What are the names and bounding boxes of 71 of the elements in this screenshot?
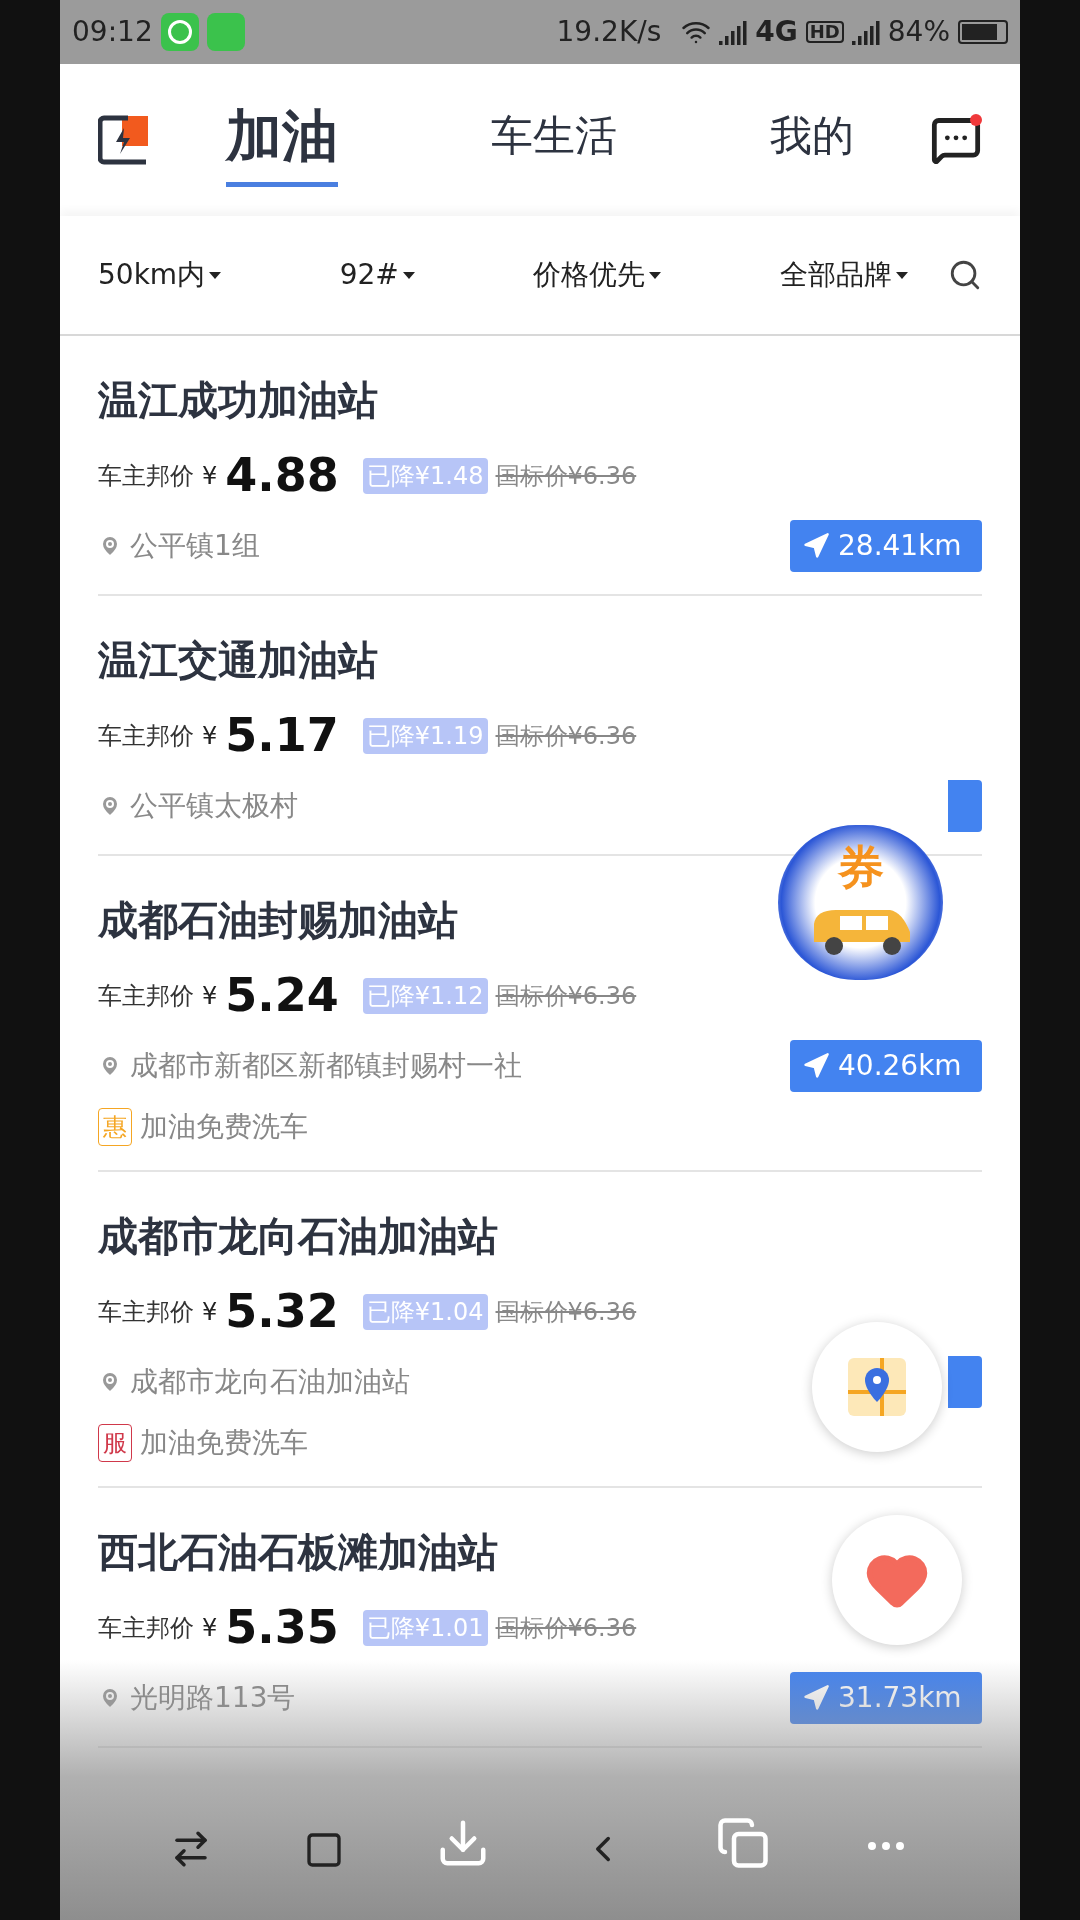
distance-button[interactable]: 40.26km [790,1040,982,1092]
price-label: 车主邦价 [98,981,194,1012]
price-label: 车主邦价 [98,461,194,492]
price-label: 车主邦价 [98,1613,194,1644]
map-float-button[interactable] [812,1322,942,1452]
station-price: 5.17 [225,712,339,758]
navigation-arrow-icon [802,1052,830,1080]
currency-symbol: ¥ [202,461,218,492]
discount-badge: 已降¥1.01 [362,1610,488,1646]
standard-price: 国标价¥6.36 [495,461,637,492]
promo-tag: 服 [98,1424,132,1462]
filter-dropdown[interactable]: 全部品牌 [780,254,908,296]
chat-app-icon [206,13,245,51]
network-speed: 19.2K/s [556,14,662,50]
standard-price: 国标价¥6.36 [495,981,637,1012]
message-button[interactable] [930,114,982,166]
station-name[interactable]: 成都市龙向石油加油站 [98,1206,982,1266]
caret-icon [402,271,415,279]
caret-icon [896,271,908,279]
station-address: 成都市龙向石油加油站 [130,1364,410,1400]
battery-percent: 84% [887,14,950,50]
navigation-arrow-icon [802,1684,830,1712]
discount-badge: 已降¥1.19 [362,718,488,754]
app-logo-icon [98,114,150,166]
discount-badge: 已降¥1.04 [362,1294,488,1330]
price-label: 车主邦价 [98,1297,194,1328]
station-address: 光明路113号 [130,1680,296,1716]
favorite-float-button[interactable] [832,1515,962,1645]
currency-symbol: ¥ [202,1613,218,1644]
caret-icon [209,271,222,279]
station-price: 5.35 [225,1604,339,1650]
nav-tab[interactable]: 我的 [769,104,854,176]
station-address: 公平镇太极村 [130,788,298,824]
promo-text: 加油免费洗车 [140,1425,308,1461]
signal-icon [719,19,748,45]
distance-button[interactable]: 28.41km [790,520,982,572]
battery-icon [958,20,1008,44]
app-icon [160,13,199,51]
search-icon[interactable] [948,258,982,292]
nav-tab[interactable]: 加油 [226,93,339,187]
promo-tag: 惠 [98,1108,132,1146]
station-price: 5.32 [225,1288,339,1334]
filter-dropdown[interactable]: 92# [339,254,415,296]
currency-symbol: ¥ [202,1297,218,1328]
filter-dropdown[interactable]: 50km内 [98,254,222,296]
standard-price: 国标价¥6.36 [495,1297,637,1328]
standard-price: 国标价¥6.36 [495,1613,637,1644]
discount-badge: 已降¥1.12 [362,978,488,1014]
station-name[interactable]: 温江交通加油站 [98,630,982,690]
filter-dropdown[interactable]: 价格优先 [533,254,662,296]
station-name[interactable]: 温江成功加油站 [98,370,982,430]
navigation-arrow-icon [802,532,830,560]
station-name[interactable]: 西北石油石板滩加油站 [98,1522,982,1582]
signal-icon [851,19,880,45]
discount-badge: 已降¥1.48 [362,458,488,494]
standard-price: 国标价¥6.36 [495,721,637,752]
currency-symbol: ¥ [202,721,218,752]
currency-symbol: ¥ [202,981,218,1012]
nav-tab[interactable]: 车生活 [491,104,617,176]
caret-icon [649,271,662,279]
station-address: 成都市新都区新都镇封赐村一社 [130,1048,522,1084]
station-price: 4.88 [225,452,339,498]
status-time: 09:12 [72,14,153,50]
station-price: 5.24 [225,972,339,1018]
promo-text: 加油免费洗车 [140,1109,308,1145]
station-address: 公平镇1组 [130,528,260,564]
network-type: 4G [755,14,798,50]
square-icon[interactable] [304,1830,344,1870]
windows-icon[interactable] [716,1816,770,1870]
price-label: 车主邦价 [98,721,194,752]
hd-badge: HD [805,21,844,43]
